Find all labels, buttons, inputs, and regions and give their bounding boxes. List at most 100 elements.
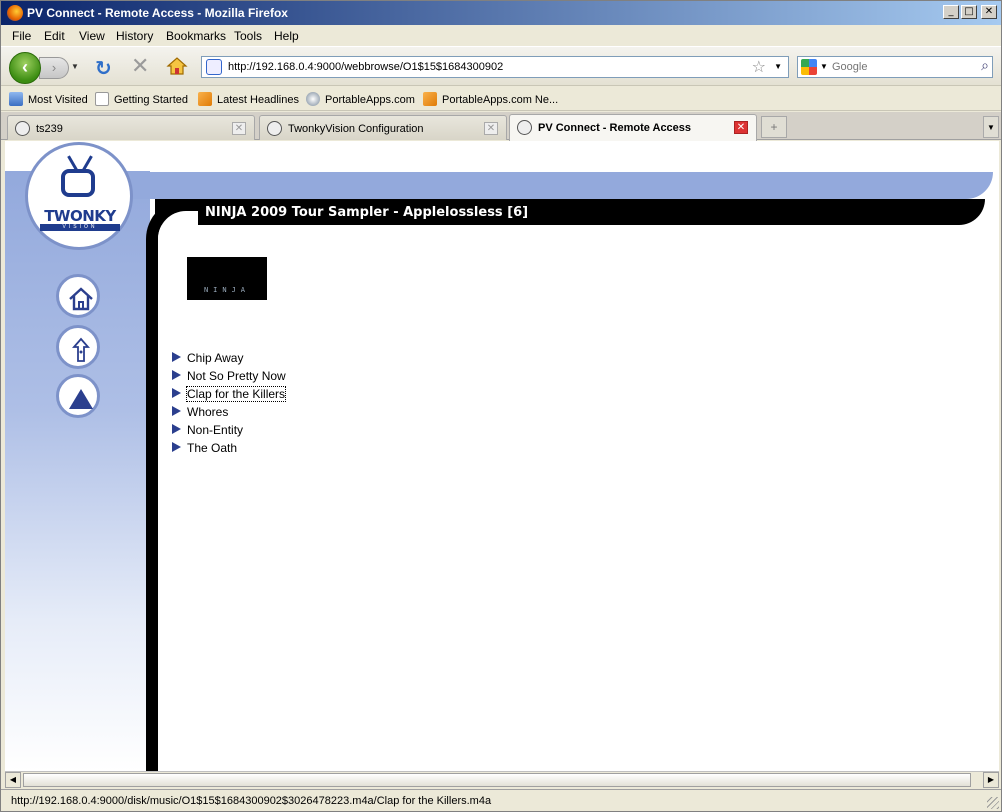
bookmarks-toolbar: Most Visited Getting Started Latest Head… bbox=[1, 87, 1001, 111]
track-item[interactable]: Non-Entity bbox=[172, 421, 286, 439]
track-item[interactable]: Chip Away bbox=[172, 349, 286, 367]
bookmark-star-icon[interactable]: ☆ bbox=[752, 57, 766, 76]
status-bar: http://192.168.0.4:9000/disk/music/O1$15… bbox=[1, 789, 1001, 811]
track-list: Chip Away Not So Pretty Now Clap for the… bbox=[172, 349, 287, 457]
track-item[interactable]: The Oath bbox=[172, 439, 286, 457]
google-icon[interactable] bbox=[801, 59, 817, 75]
logo-brand: TWONKY bbox=[44, 207, 116, 225]
track-item[interactable]: Not So Pretty Now bbox=[172, 367, 286, 385]
status-text: http://192.168.0.4:9000/disk/music/O1$15… bbox=[11, 795, 492, 807]
rss-icon bbox=[423, 92, 437, 106]
tab-favicon-icon bbox=[267, 121, 282, 136]
site-favicon-icon bbox=[206, 59, 222, 75]
track-title[interactable]: Clap for the Killers bbox=[185, 386, 287, 402]
track-title[interactable]: Whores bbox=[187, 405, 228, 419]
menu-view[interactable]: View bbox=[79, 29, 105, 43]
maximize-button[interactable]: □ bbox=[961, 5, 977, 19]
menu-bar: File Edit View History Bookmarks Tools H… bbox=[1, 25, 1001, 46]
search-input[interactable] bbox=[832, 59, 968, 75]
up-nav-button[interactable] bbox=[56, 325, 100, 369]
stop-icon[interactable]: ✕ bbox=[131, 54, 149, 79]
tab-ts239[interactable]: ts239 ✕ bbox=[7, 115, 255, 140]
search-bar[interactable]: ▼ ⌕ bbox=[797, 56, 993, 78]
history-dropdown-icon[interactable]: ▼ bbox=[71, 62, 79, 71]
play-triangle-icon bbox=[172, 424, 181, 434]
search-engine-dropdown-icon[interactable]: ▼ bbox=[820, 62, 828, 71]
firefox-icon bbox=[7, 5, 23, 21]
menu-bookmarks[interactable]: Bookmarks bbox=[166, 29, 226, 43]
logo-subtitle: VISION bbox=[40, 224, 120, 231]
close-tab-icon[interactable]: ✕ bbox=[484, 122, 498, 135]
menu-help[interactable]: Help bbox=[274, 29, 299, 43]
url-text[interactable]: http://192.168.0.4:9000/webbrowse/O1$15$… bbox=[228, 61, 503, 73]
track-title[interactable]: Chip Away bbox=[187, 351, 243, 365]
album-art-text: NINJA bbox=[203, 286, 251, 294]
track-title[interactable]: Non-Entity bbox=[187, 423, 243, 437]
minimize-button[interactable]: _ bbox=[943, 5, 959, 19]
track-item[interactable]: Clap for the Killers bbox=[172, 385, 287, 403]
tab-strip: ts239 ✕ TwonkyVision Configuration ✕ PV … bbox=[1, 112, 1001, 141]
bookmark-portableapps-news[interactable]: PortableApps.com Ne... bbox=[423, 92, 558, 106]
navigation-toolbar: › ‹ ▼ ↻ ✕ http://192.168.0.4:9000/webbro… bbox=[1, 46, 1001, 86]
bookmark-most-visited[interactable]: Most Visited bbox=[9, 92, 88, 106]
rss-icon bbox=[198, 92, 212, 106]
close-tab-icon[interactable]: ✕ bbox=[232, 122, 246, 135]
home-icon[interactable] bbox=[166, 56, 188, 76]
play-triangle-icon bbox=[172, 406, 181, 416]
resize-grip-icon[interactable] bbox=[987, 797, 999, 809]
tab-label: ts239 bbox=[36, 123, 63, 135]
bookmark-getting-started[interactable]: Getting Started bbox=[95, 92, 188, 106]
up-arrow-icon bbox=[72, 337, 90, 362]
menu-edit[interactable]: Edit bbox=[44, 29, 65, 43]
album-art: NINJA bbox=[187, 257, 267, 300]
tab-favicon-icon bbox=[517, 120, 532, 135]
close-window-button[interactable]: ✕ bbox=[981, 5, 997, 19]
scroll-left-icon[interactable]: ◀ bbox=[5, 772, 21, 788]
bookmark-label: PortableApps.com Ne... bbox=[442, 94, 559, 106]
search-icon[interactable]: ⌕ bbox=[981, 58, 989, 74]
reload-icon[interactable]: ↻ bbox=[95, 56, 112, 80]
track-title[interactable]: The Oath bbox=[187, 441, 237, 455]
back-button[interactable]: ‹ bbox=[9, 52, 41, 84]
scroll-right-icon[interactable]: ▶ bbox=[983, 772, 999, 788]
tv-icon bbox=[61, 169, 95, 197]
menu-tools[interactable]: Tools bbox=[234, 29, 262, 43]
bookmark-latest-headlines[interactable]: Latest Headlines bbox=[198, 92, 299, 106]
play-triangle-icon bbox=[172, 352, 181, 362]
home-nav-button[interactable] bbox=[56, 274, 100, 318]
page-icon bbox=[95, 92, 109, 106]
url-dropdown-icon[interactable]: ▼ bbox=[774, 62, 782, 71]
tab-pv-connect[interactable]: PV Connect - Remote Access ✕ bbox=[509, 114, 757, 141]
play-triangle-icon bbox=[172, 442, 181, 452]
tab-favicon-icon bbox=[15, 121, 30, 136]
track-item[interactable]: Whores bbox=[172, 403, 286, 421]
tab-list-dropdown-icon[interactable]: ▼ bbox=[983, 116, 999, 138]
header-band-blue bbox=[131, 172, 993, 199]
page-title: NINJA 2009 Tour Sampler - Applelossless … bbox=[205, 205, 529, 220]
menu-file[interactable]: File bbox=[12, 29, 31, 43]
bookmark-label: Getting Started bbox=[114, 94, 188, 106]
play-triangle-icon bbox=[172, 388, 181, 398]
window-title: PV Connect - Remote Access - Mozilla Fir… bbox=[27, 6, 288, 20]
browser-window: PV Connect - Remote Access - Mozilla Fir… bbox=[0, 0, 1002, 812]
twonkyvision-logo[interactable]: TWONKY VISION bbox=[25, 142, 133, 250]
scrollbar-thumb[interactable] bbox=[23, 773, 971, 787]
track-title[interactable]: Not So Pretty Now bbox=[187, 369, 286, 383]
page-content: NINJA 2009 Tour Sampler - Applelossless … bbox=[5, 141, 999, 771]
horizontal-scrollbar[interactable]: ◀ ▶ bbox=[5, 771, 999, 788]
top-nav-button[interactable] bbox=[56, 374, 100, 418]
bookmark-label: Latest Headlines bbox=[217, 94, 299, 106]
home-icon bbox=[69, 287, 93, 311]
menu-history[interactable]: History bbox=[116, 29, 153, 43]
tab-twonkyvision-configuration[interactable]: TwonkyVision Configuration ✕ bbox=[259, 115, 507, 140]
tab-label: TwonkyVision Configuration bbox=[288, 123, 424, 135]
forward-button[interactable]: › bbox=[39, 57, 69, 79]
bookmark-label: Most Visited bbox=[28, 94, 88, 106]
close-tab-icon[interactable]: ✕ bbox=[734, 121, 748, 134]
bookmark-portableapps[interactable]: PortableApps.com bbox=[306, 92, 415, 106]
most-visited-icon bbox=[9, 92, 23, 106]
triangle-up-icon bbox=[69, 389, 93, 409]
portableapps-icon bbox=[306, 92, 320, 106]
new-tab-button[interactable]: + bbox=[761, 116, 787, 138]
address-bar[interactable]: http://192.168.0.4:9000/webbrowse/O1$15$… bbox=[201, 56, 789, 78]
